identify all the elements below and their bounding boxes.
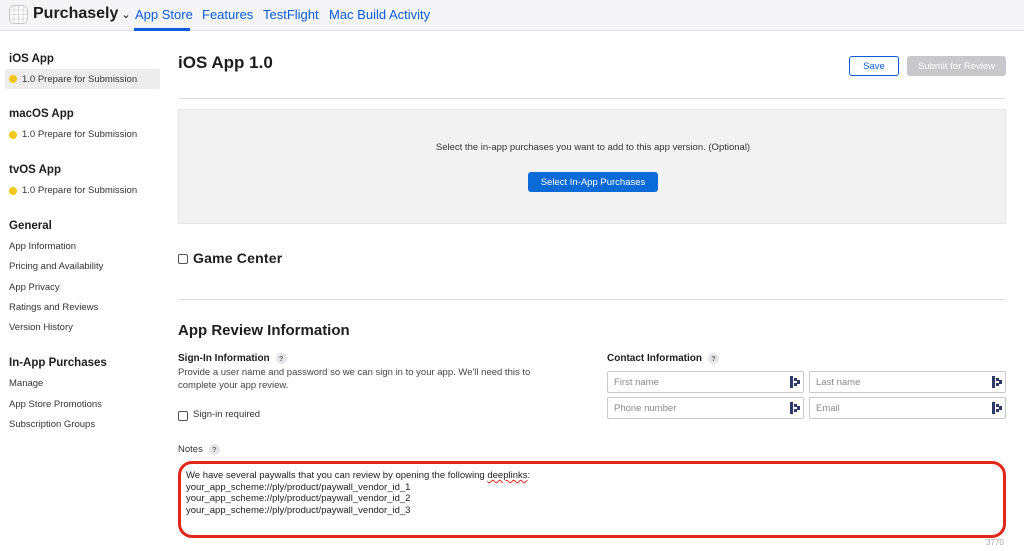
contact-information-label: Contact Information ? (607, 353, 719, 364)
top-navigation-bar: Purchasely ⌄ App Store Features TestFlig… (0, 0, 1024, 31)
status-dot-icon (9, 130, 17, 139)
divider (178, 299, 1006, 300)
iap-prompt-text: Select the in-app purchases you want to … (435, 142, 751, 153)
app-grid-icon (9, 5, 28, 24)
sidebar-item-app-store-promotions[interactable]: App Store Promotions (9, 399, 102, 410)
app-review-title: App Review Information (178, 322, 350, 339)
tab-testflight[interactable]: TestFlight (263, 7, 319, 22)
sidebar-item-ratings[interactable]: Ratings and Reviews (9, 302, 98, 313)
sign-in-required-checkbox[interactable] (178, 411, 188, 421)
last-name-field[interactable] (809, 371, 1006, 393)
game-center-label: Game Center (193, 250, 283, 266)
help-icon[interactable]: ? (708, 353, 719, 364)
tab-app-store[interactable]: App Store (135, 7, 193, 22)
sidebar-heading-iap: In-App Purchases (9, 357, 107, 369)
email-field[interactable] (809, 397, 1006, 419)
first-name-input[interactable] (608, 372, 778, 393)
status-dot-icon (9, 186, 17, 195)
sidebar-heading-macos: macOS App (9, 108, 74, 120)
phone-number-field[interactable] (607, 397, 804, 419)
sidebar-item-ios-version[interactable]: 1.0 Prepare for Submission (5, 69, 160, 89)
game-center-checkbox[interactable] (178, 254, 188, 264)
notes-label: Notes ? (178, 444, 220, 455)
notes-line: We have several paywalls that you can re… (186, 470, 998, 482)
password-manager-icon[interactable] (992, 402, 1002, 414)
notes-text: : (527, 470, 531, 481)
misspelled-word: deeplinks (487, 470, 528, 481)
email-input[interactable] (810, 398, 980, 419)
password-manager-icon[interactable] (790, 376, 800, 388)
last-name-input[interactable] (810, 372, 980, 393)
help-icon[interactable]: ? (208, 444, 220, 455)
sign-in-label-text: Sign-In Information (178, 353, 270, 364)
notes-line: your_app_scheme://ply/product/paywall_ve… (186, 493, 411, 504)
page-title: iOS App 1.0 (178, 53, 273, 72)
notes-textarea[interactable]: We have several paywalls that you can re… (178, 461, 1006, 538)
notes-line: your_app_scheme://ply/product/paywall_ve… (186, 504, 411, 516)
sign-in-description: Provide a user name and password so we c… (178, 367, 531, 391)
password-manager-icon[interactable] (790, 402, 800, 414)
tab-features[interactable]: Features (202, 7, 253, 22)
sidebar-heading-general: General (9, 220, 52, 232)
sidebar-item-version-history[interactable]: Version History (9, 322, 73, 333)
phone-number-input[interactable] (608, 398, 778, 419)
sidebar-item-app-information[interactable]: App Information (9, 241, 76, 252)
app-switcher[interactable]: Purchasely ⌄ (33, 5, 131, 23)
app-name-label: Purchasely (33, 5, 119, 22)
sign-in-information-label: Sign-In Information ? (178, 353, 287, 364)
sign-in-required-label: Sign-in required (193, 409, 261, 420)
sidebar-item-subscription-groups[interactable]: Subscription Groups (9, 419, 95, 430)
notes-line: your_app_scheme://ply/product/paywall_ve… (186, 481, 411, 493)
notes-text: We have several paywalls that you can re… (186, 470, 488, 481)
select-in-app-purchases-button[interactable]: Select In-App Purchases (528, 172, 658, 192)
save-button[interactable]: Save (849, 56, 899, 76)
sidebar-item-label: 1.0 Prepare for Submission (22, 185, 138, 196)
character-counter: 3770 (986, 538, 1004, 547)
sidebar-item-tvos-version[interactable]: 1.0 Prepare for Submission (9, 185, 137, 196)
help-icon[interactable]: ? (275, 353, 287, 364)
sidebar-item-macos-version[interactable]: 1.0 Prepare for Submission (9, 129, 137, 140)
sidebar-heading-ios: iOS App (9, 53, 54, 65)
notes-label-text: Notes (178, 444, 203, 455)
tab-mac-build-activity[interactable]: Mac Build Activity (329, 7, 430, 22)
active-tab-indicator (134, 28, 190, 31)
status-dot-icon (9, 75, 17, 83)
sidebar-item-manage[interactable]: Manage (9, 378, 43, 389)
sidebar-item-label: 1.0 Prepare for Submission (22, 73, 138, 85)
sidebar-item-pricing[interactable]: Pricing and Availability (9, 261, 103, 272)
contact-label-text: Contact Information (607, 353, 702, 364)
divider (178, 98, 1006, 99)
sidebar-item-app-privacy[interactable]: App Privacy (9, 282, 60, 293)
password-manager-icon[interactable] (992, 376, 1002, 388)
sidebar-item-label: 1.0 Prepare for Submission (22, 129, 138, 140)
submit-for-review-button[interactable]: Submit for Review (907, 56, 1006, 76)
in-app-purchases-panel: Select the in-app purchases you want to … (178, 109, 1006, 224)
sidebar-heading-tvos: tvOS App (9, 164, 61, 176)
chevron-down-icon: ⌄ (121, 8, 131, 21)
first-name-field[interactable] (607, 371, 804, 393)
